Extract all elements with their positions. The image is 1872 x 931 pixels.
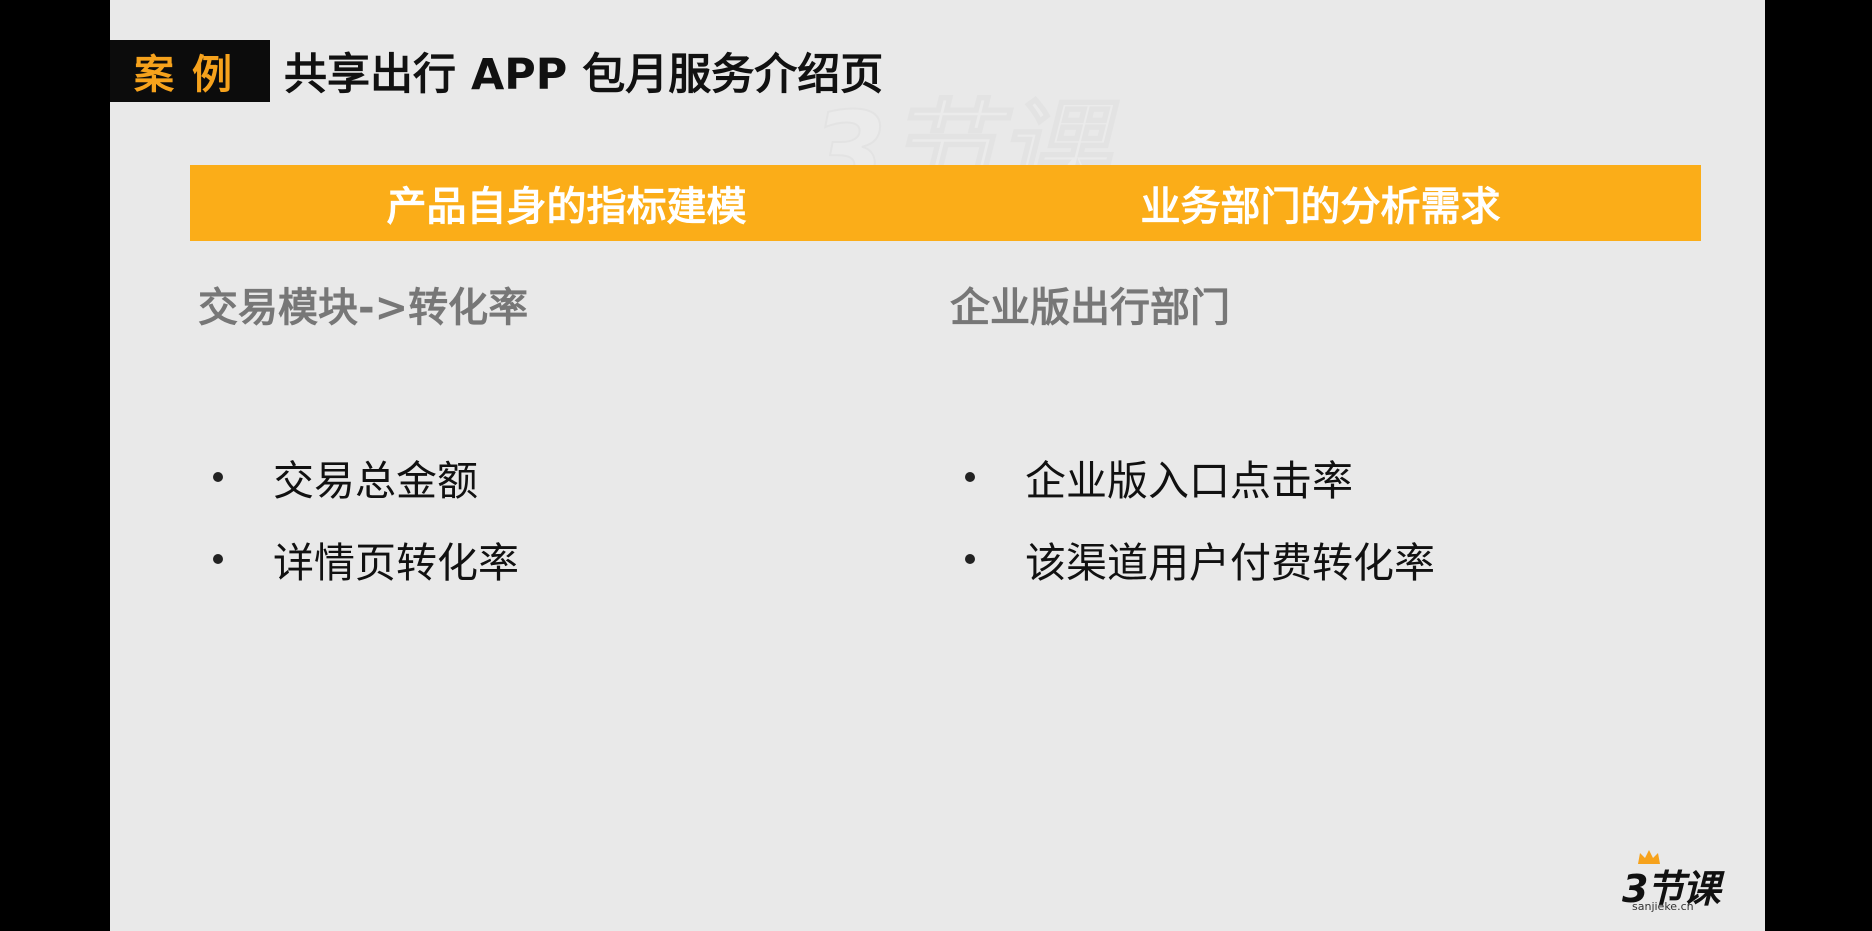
list-item: 交易总金额 xyxy=(198,436,519,518)
page-title: 共享出行 APP 包月服务介绍页 xyxy=(284,50,884,100)
brand-logo: 3节课 sanjieke.cn xyxy=(1622,850,1722,918)
case-tag-label: 案例 xyxy=(134,52,250,98)
list-item-text: 详情页转化率 xyxy=(273,539,519,587)
column-subtitle-left: 交易模块->转化率 xyxy=(198,285,529,331)
list-item: 企业版入口点击率 xyxy=(950,436,1435,518)
bullet-icon xyxy=(965,472,975,482)
column-subtitle-right: 企业版出行部门 xyxy=(950,285,1230,331)
column-header-product-metrics: 产品自身的指标建模 xyxy=(190,165,943,241)
list-item-text: 该渠道用户付费转化率 xyxy=(1025,539,1435,587)
case-tag: 案例 xyxy=(110,40,270,102)
list-item: 详情页转化率 xyxy=(198,518,519,600)
bullet-icon xyxy=(965,554,975,564)
list-item-text: 交易总金额 xyxy=(273,457,478,505)
list-item: 该渠道用户付费转化率 xyxy=(950,518,1435,600)
bullet-icon xyxy=(213,472,223,482)
bullet-icon xyxy=(213,554,223,564)
brand-logo-domain: sanjieke.cn xyxy=(1632,900,1694,913)
list-item-text: 企业版入口点击率 xyxy=(1025,457,1353,505)
column-header-business-needs: 业务部门的分析需求 xyxy=(940,165,1701,241)
bullet-list-right: 企业版入口点击率 该渠道用户付费转化率 xyxy=(950,436,1435,600)
slide: 3节课 案例 共享出行 APP 包月服务介绍页 产品自身的指标建模 业务部门的分… xyxy=(110,0,1765,931)
bullet-list-left: 交易总金额 详情页转化率 xyxy=(198,436,519,600)
